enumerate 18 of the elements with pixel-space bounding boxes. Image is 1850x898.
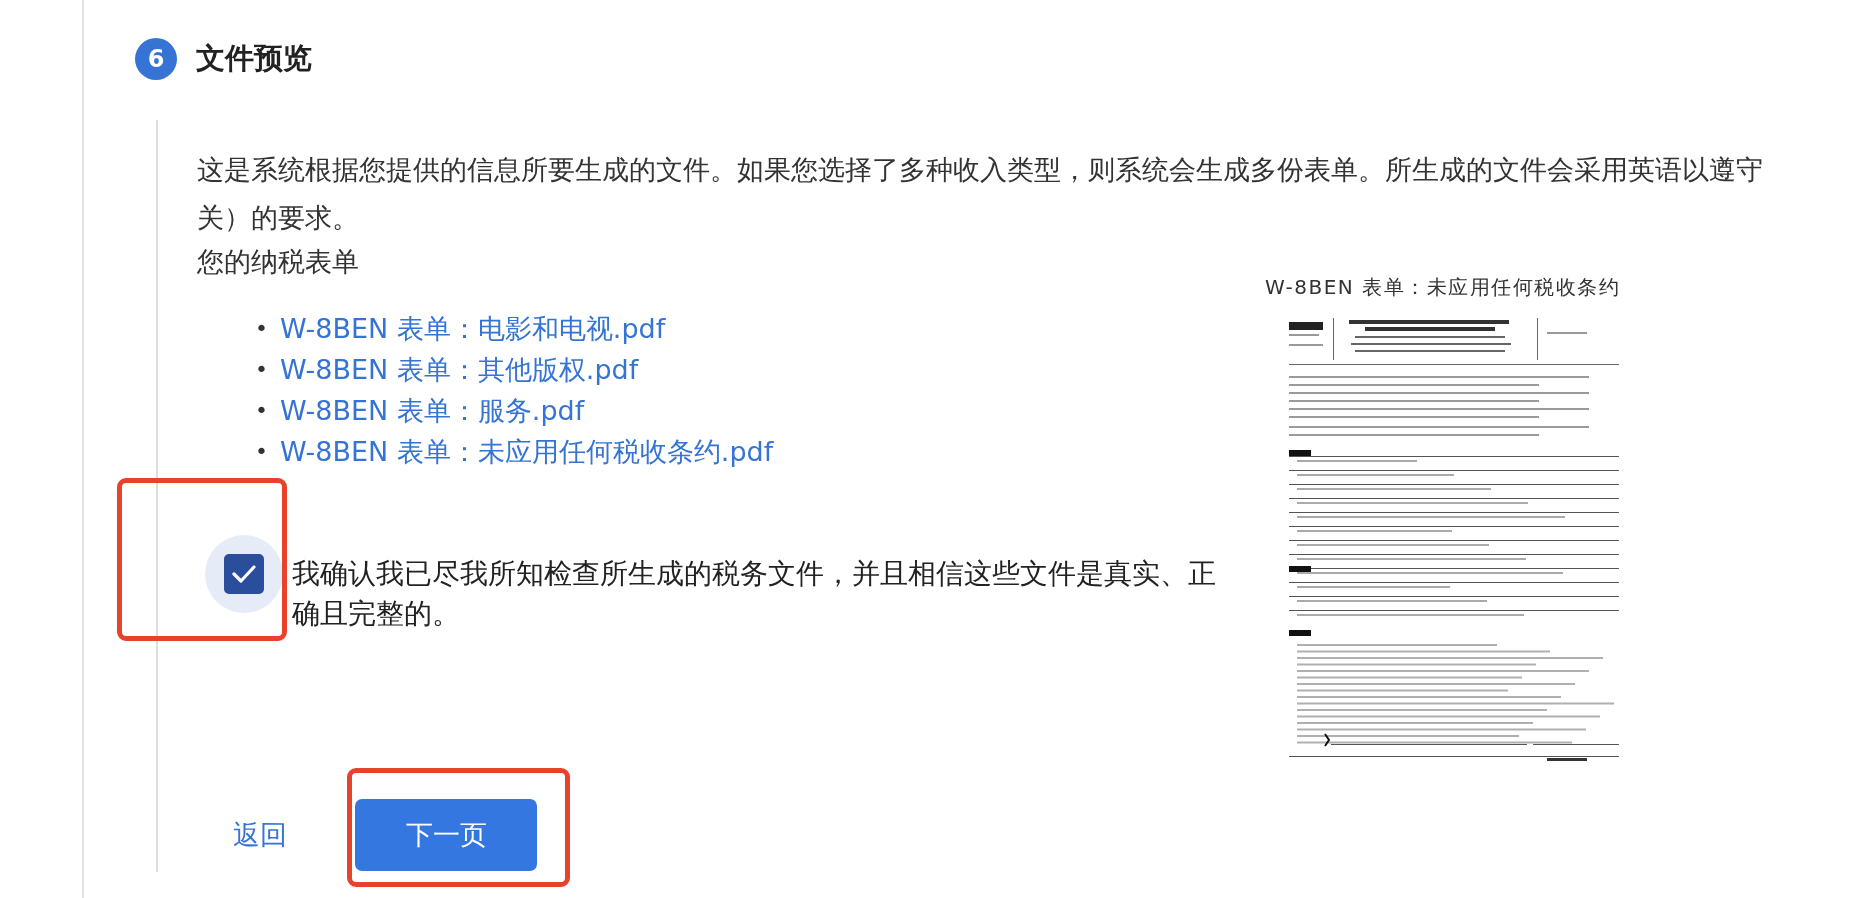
step-number: 6 (135, 38, 177, 80)
bullet: • (255, 315, 268, 343)
checkmark-icon (231, 564, 257, 584)
bullet: • (255, 397, 268, 425)
pdf-link[interactable]: W-8BEN 表单：其他版权.pdf (280, 349, 639, 390)
description-text: 这是系统根据您提供的信息所要生成的文件。如果您选择了多种收入类型，则系统会生成多份表单。所生成的文件会采用英语以遵守 关）的要求。 (197, 153, 1763, 235)
forms-heading: 您的纳税表单 (197, 245, 360, 279)
section-title: 文件预览 (196, 40, 312, 77)
pdf-link[interactable]: W-8BEN 表单：未应用任何税收条约.pdf (280, 431, 774, 472)
back-button[interactable]: 返回 (233, 817, 287, 853)
pdf-link[interactable]: W-8BEN 表单：电影和电视.pdf (280, 308, 666, 349)
confirm-checkbox[interactable] (224, 554, 264, 594)
pdf-link[interactable]: W-8BEN 表单：服务.pdf (280, 390, 585, 431)
preview-title: W-8BEN 表单：未应用任何税收条约 (1265, 274, 1622, 301)
bullet: • (255, 438, 268, 466)
confirm-label: 我确认我已尽我所知检查所生成的税务文件，并且相信这些文件是真实、正确且完整的。 (292, 556, 1217, 632)
bullet: • (255, 356, 268, 384)
next-page-button[interactable]: 下一页 (355, 799, 537, 871)
